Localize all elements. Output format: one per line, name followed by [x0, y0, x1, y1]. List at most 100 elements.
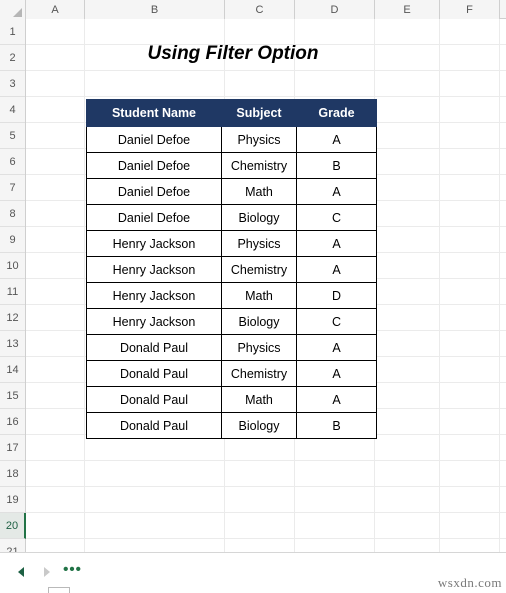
row-header-8[interactable]: 8 [0, 201, 25, 227]
cell-student-name[interactable]: Donald Paul [86, 334, 222, 361]
cell-grade[interactable]: A [296, 360, 377, 387]
cell-subject[interactable]: Biology [221, 204, 297, 231]
row-header-7[interactable]: 7 [0, 175, 25, 201]
triangle-left-icon [17, 566, 24, 577]
cell-subject[interactable]: Math [221, 282, 297, 309]
column-header-e[interactable]: E [375, 0, 440, 19]
row-header-9[interactable]: 9 [0, 227, 25, 253]
column-header-f[interactable]: F [440, 0, 500, 19]
cell-subject[interactable]: Math [221, 386, 297, 413]
gridline-row-19 [26, 512, 506, 513]
cell-student-name[interactable]: Daniel Defoe [86, 126, 222, 153]
row-header-6[interactable]: 6 [0, 149, 25, 175]
column-header-a[interactable]: A [26, 0, 85, 19]
column-header-student-name[interactable]: Student Name [86, 99, 222, 127]
table-row[interactable]: Daniel Defoe Chemistry B [86, 152, 377, 179]
excel-window: A B C D E F 1 2 3 4 5 6 7 8 9 10 11 12 1… [0, 0, 506, 593]
row-header-20-selected[interactable]: 20 [0, 513, 26, 539]
column-header-b[interactable]: B [85, 0, 225, 19]
cell-student-name[interactable]: Daniel Defoe [86, 204, 222, 231]
row-header-2[interactable]: 2 [0, 45, 25, 71]
table-row[interactable]: Donald Paul Biology B [86, 412, 377, 439]
row-header-1[interactable]: 1 [0, 19, 25, 45]
triangle-right-icon [43, 566, 50, 577]
cell-student-name[interactable]: Henry Jackson [86, 282, 222, 309]
cell-grade[interactable]: A [296, 126, 377, 153]
worksheet-grid[interactable]: A B C D E F 1 2 3 4 5 6 7 8 9 10 11 12 1… [0, 0, 506, 565]
row-header-5[interactable]: 5 [0, 123, 25, 149]
cell-grade[interactable]: C [296, 204, 377, 231]
gridline-row-2 [26, 70, 506, 71]
cell-grade[interactable]: D [296, 282, 377, 309]
gridline-row-17 [26, 460, 506, 461]
page-title: Using Filter Option [147, 43, 319, 64]
cell-student-name[interactable]: Henry Jackson [86, 308, 222, 335]
table-row[interactable]: Henry Jackson Biology C [86, 308, 377, 335]
table-row[interactable]: Daniel Defoe Biology C [86, 204, 377, 231]
status-bar-sliver [48, 587, 70, 593]
column-header-d[interactable]: D [295, 0, 375, 19]
column-header-c[interactable]: C [225, 0, 295, 19]
select-all-corner[interactable] [0, 0, 26, 19]
row-header-4[interactable]: 4 [0, 97, 25, 123]
row-header-19[interactable]: 19 [0, 487, 25, 513]
table-row[interactable]: Daniel Defoe Math A [86, 178, 377, 205]
gridline-col-a [84, 19, 85, 552]
table-row[interactable]: Henry Jackson Math D [86, 282, 377, 309]
cell-student-name[interactable]: Donald Paul [86, 360, 222, 387]
cell-student-name[interactable]: Daniel Defoe [86, 178, 222, 205]
cell-grade[interactable]: A [296, 334, 377, 361]
cell-student-name[interactable]: Henry Jackson [86, 230, 222, 257]
table-row[interactable]: Donald Paul Chemistry A [86, 360, 377, 387]
table-row[interactable]: Daniel Defoe Physics A [86, 126, 377, 153]
cell-subject[interactable]: Biology [221, 412, 297, 439]
cell-grade[interactable]: C [296, 308, 377, 335]
cell-subject[interactable]: Chemistry [221, 152, 297, 179]
row-header-17[interactable]: 17 [0, 435, 25, 461]
row-header-column: 1 2 3 4 5 6 7 8 9 10 11 12 13 14 15 16 1… [0, 19, 26, 565]
table-row[interactable]: Henry Jackson Chemistry A [86, 256, 377, 283]
more-sheets-button[interactable]: ••• [63, 562, 81, 580]
previous-sheet-button[interactable] [12, 563, 29, 580]
next-sheet-button[interactable] [38, 563, 55, 580]
cell-grade[interactable]: A [296, 256, 377, 283]
cell-subject[interactable]: Chemistry [221, 256, 297, 283]
row-header-16[interactable]: 16 [0, 409, 25, 435]
row-header-14[interactable]: 14 [0, 357, 25, 383]
cell-student-name[interactable]: Donald Paul [86, 386, 222, 413]
cell-subject[interactable]: Physics [221, 230, 297, 257]
table-row[interactable]: Donald Paul Physics A [86, 334, 377, 361]
cell-student-name[interactable]: Henry Jackson [86, 256, 222, 283]
cell-subject[interactable]: Physics [221, 334, 297, 361]
row-header-12[interactable]: 12 [0, 305, 25, 331]
table-header-row: Student Name Subject Grade [86, 99, 377, 127]
gridline-row-3 [26, 96, 506, 97]
sheet-tab-bar[interactable]: ••• Daniel Defoe (4) Henry Jackson (4) D… [0, 552, 506, 593]
row-header-3[interactable]: 3 [0, 71, 25, 97]
column-header-row: A B C D E F [0, 0, 506, 19]
table-row[interactable]: Donald Paul Math A [86, 386, 377, 413]
cell-grade[interactable]: B [296, 412, 377, 439]
cell-subject[interactable]: Physics [221, 126, 297, 153]
column-header-grade[interactable]: Grade [296, 99, 377, 127]
cell-grade[interactable]: A [296, 386, 377, 413]
gridline-col-e [439, 19, 440, 552]
cell-subject[interactable]: Biology [221, 308, 297, 335]
cell-grade[interactable]: A [296, 178, 377, 205]
row-header-15[interactable]: 15 [0, 383, 25, 409]
watermark: wsxdn.com [437, 575, 502, 590]
row-header-13[interactable]: 13 [0, 331, 25, 357]
select-all-triangle-icon [13, 8, 22, 17]
cell-subject[interactable]: Math [221, 178, 297, 205]
cell-grade[interactable]: B [296, 152, 377, 179]
row-header-11[interactable]: 11 [0, 279, 25, 305]
cell-student-name[interactable]: Daniel Defoe [86, 152, 222, 179]
column-header-subject[interactable]: Subject [221, 99, 297, 127]
cell-subject[interactable]: Chemistry [221, 360, 297, 387]
row-header-10[interactable]: 10 [0, 253, 25, 279]
cell-grade[interactable]: A [296, 230, 377, 257]
cell-student-name[interactable]: Donald Paul [86, 412, 222, 439]
row-header-18[interactable]: 18 [0, 461, 25, 487]
gridline-row-20 [26, 538, 506, 539]
table-row[interactable]: Henry Jackson Physics A [86, 230, 377, 257]
